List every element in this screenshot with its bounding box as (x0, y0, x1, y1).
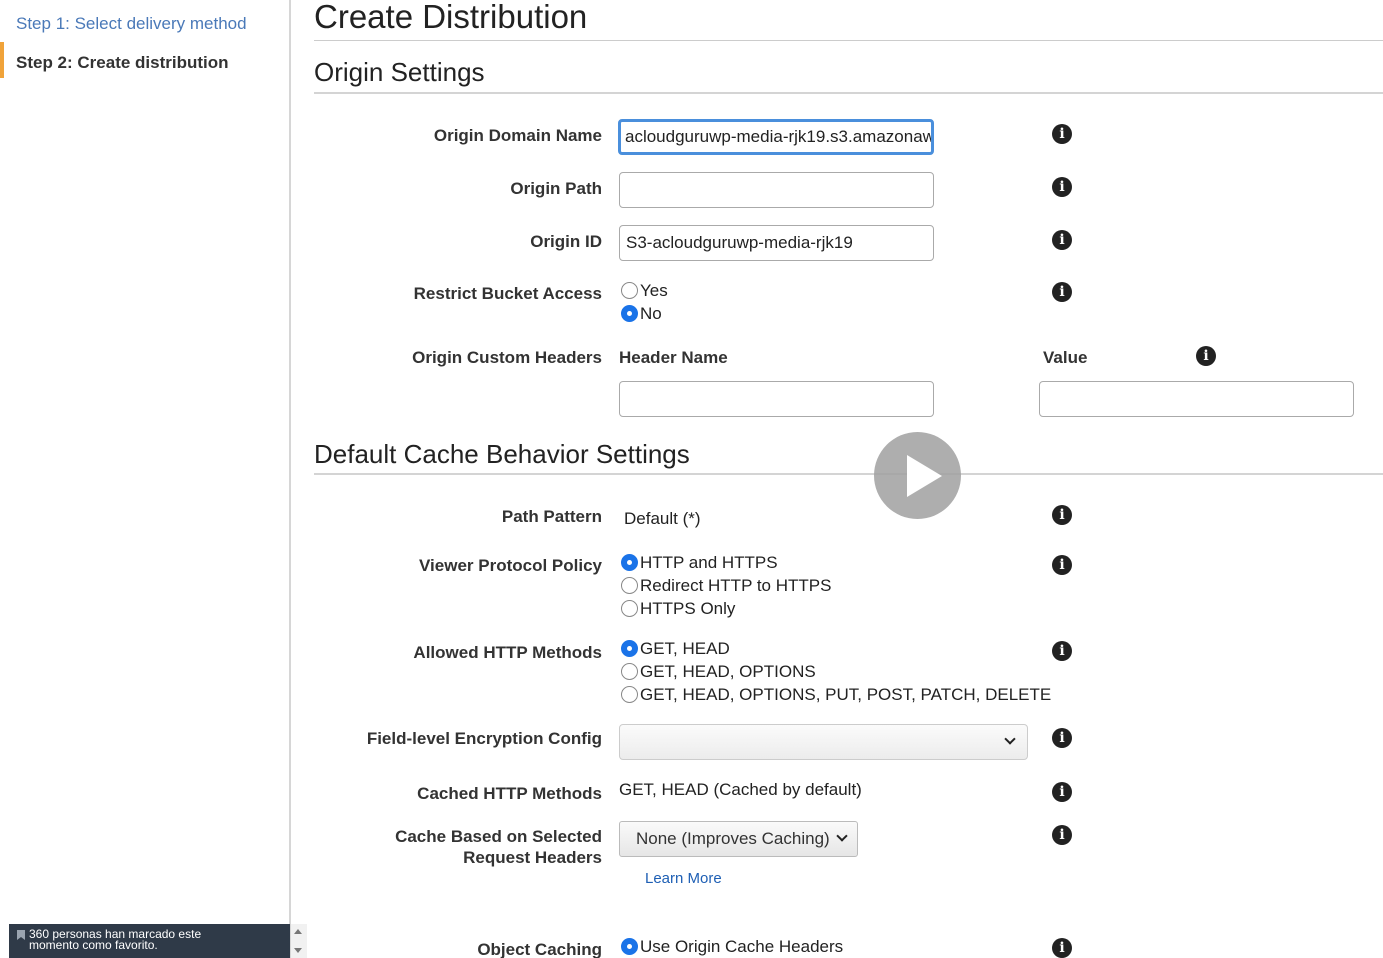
bookmark-icon (17, 930, 25, 940)
info-icon[interactable]: i (1052, 938, 1072, 958)
header-name-input[interactable] (619, 381, 934, 417)
cache-headers-select[interactable]: None (Improves Caching) (619, 821, 858, 857)
origin-id-input[interactable]: S3-acloudguruwp-media-rjk19 (619, 225, 934, 261)
path-pattern-label: Path Pattern (501, 507, 602, 526)
restrict-bucket-label: Restrict Bucket Access (413, 284, 602, 303)
path-pattern-value: Default (*) (624, 509, 701, 528)
info-icon[interactable]: i (1052, 728, 1072, 748)
info-icon[interactable]: i (1052, 124, 1072, 144)
step-2-current: Step 2: Create distribution (16, 53, 229, 72)
cache-behavior-heading: Default Cache Behavior Settings (314, 439, 690, 469)
page-title: Create Distribution (314, 0, 588, 35)
origin-settings-heading: Origin Settings (314, 57, 485, 87)
info-icon[interactable]: i (1052, 230, 1072, 250)
arrow-up-icon[interactable] (294, 929, 302, 934)
origin-domain-input[interactable]: acloudguruwp-media-rjk19.s3.amazonaws.co… (618, 119, 934, 155)
origin-path-input[interactable] (619, 172, 934, 208)
field-level-encryption-select[interactable] (619, 724, 1028, 760)
restrict-yes-option[interactable]: Yes (621, 281, 668, 301)
info-icon[interactable]: i (1196, 346, 1216, 366)
radio-button[interactable] (621, 577, 638, 594)
value-column: Value (1043, 348, 1088, 367)
step-1-link[interactable]: Step 1: Select delivery method (16, 14, 247, 34)
radio-button-selected[interactable] (621, 938, 638, 955)
radio-button[interactable] (621, 686, 638, 703)
active-step-marker (0, 42, 4, 78)
info-icon[interactable]: i (1052, 282, 1072, 302)
chevron-down-icon (1004, 733, 1016, 745)
object-caching-label: Object Caching (477, 940, 602, 958)
learn-more-link[interactable]: Learn More (645, 870, 722, 887)
toast-scrollbar[interactable] (291, 924, 307, 958)
cached-methods-label: Cached HTTP Methods (417, 784, 602, 803)
restrict-no-option[interactable]: No (621, 304, 662, 324)
bookmark-toast: 360 personas han marcado este momento co… (9, 924, 290, 958)
radio-button[interactable] (621, 663, 638, 680)
cached-methods-value: GET, HEAD (Cached by default) (619, 780, 862, 799)
object-caching-origin-option[interactable]: Use Origin Cache Headers (621, 937, 843, 957)
info-icon[interactable]: i (1052, 177, 1072, 197)
chevron-down-icon (836, 830, 848, 842)
arrow-down-icon[interactable] (294, 948, 302, 953)
viewer-redirect-option[interactable]: Redirect HTTP to HTTPS (621, 576, 831, 596)
allowed-all-methods-option[interactable]: GET, HEAD, OPTIONS, PUT, POST, PATCH, DE… (621, 685, 1051, 705)
custom-headers-label: Origin Custom Headers (412, 348, 602, 367)
info-icon[interactable]: i (1052, 555, 1072, 575)
origin-id-label: Origin ID (530, 232, 602, 251)
info-icon[interactable]: i (1052, 782, 1072, 802)
viewer-http-https-option[interactable]: HTTP and HTTPS (621, 553, 778, 573)
header-name-column: Header Name (619, 348, 728, 367)
field-level-encryption-label: Field-level Encryption Config (366, 729, 602, 748)
origin-settings-divider (314, 92, 1383, 94)
viewer-protocol-label: Viewer Protocol Policy (419, 556, 602, 575)
origin-path-label: Origin Path (510, 179, 602, 198)
radio-button[interactable] (621, 282, 638, 299)
radio-button[interactable] (621, 600, 638, 617)
cache-behavior-divider (314, 473, 1383, 475)
info-icon[interactable]: i (1052, 505, 1072, 525)
wizard-sidebar: Step 1: Select delivery method Step 2: C… (0, 0, 291, 958)
origin-domain-label: Origin Domain Name (433, 126, 602, 145)
allowed-get-head-option[interactable]: GET, HEAD (621, 639, 730, 659)
info-icon[interactable]: i (1052, 825, 1072, 845)
info-icon[interactable]: i (1052, 641, 1072, 661)
allowed-methods-label: Allowed HTTP Methods (413, 643, 602, 662)
title-divider (314, 40, 1383, 41)
header-value-input[interactable] (1039, 381, 1354, 417)
radio-button-selected[interactable] (621, 554, 638, 571)
allowed-get-head-options-option[interactable]: GET, HEAD, OPTIONS (621, 662, 816, 682)
radio-button-selected[interactable] (621, 640, 638, 657)
cache-headers-label: Cache Based on Selected Request Headers (395, 827, 602, 867)
viewer-https-only-option[interactable]: HTTPS Only (621, 599, 735, 619)
play-icon[interactable] (874, 432, 961, 519)
radio-button-selected[interactable] (621, 305, 638, 322)
